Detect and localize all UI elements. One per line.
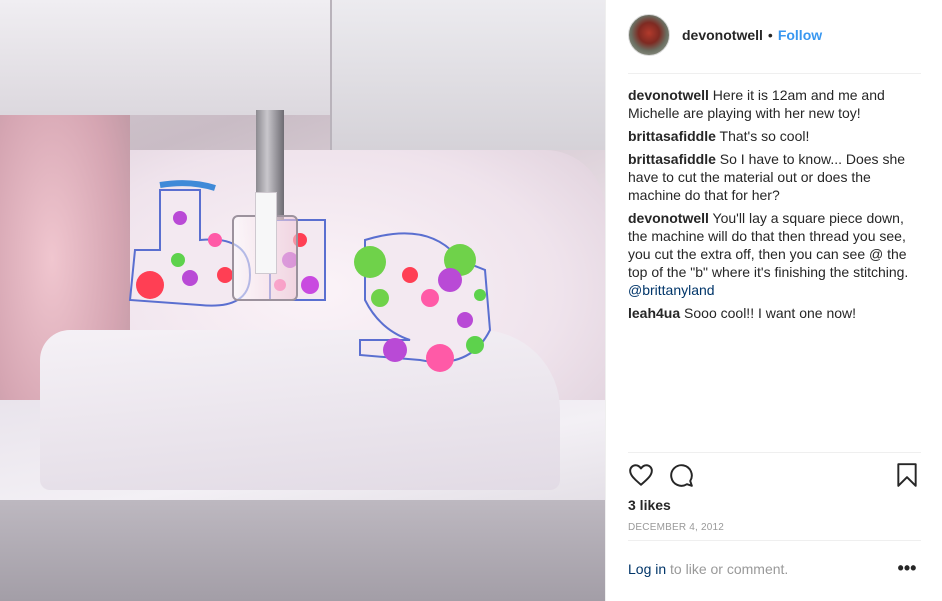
sewing-machine-body	[0, 0, 330, 115]
comment-item: brittasafiddle That's so cool!	[628, 127, 923, 145]
embroidered-letters	[128, 180, 492, 372]
comment-item: devonotwell You'll lay a square piece do…	[628, 209, 923, 299]
actions-divider	[628, 452, 921, 453]
comment-text: That's so cool!	[719, 128, 810, 144]
speech-bubble-icon[interactable]	[668, 462, 694, 488]
post-author-username[interactable]: devonotwell	[682, 27, 763, 43]
avatar[interactable]	[628, 14, 670, 56]
comment-mention-link[interactable]: @brittanyland	[628, 281, 923, 299]
comment-username[interactable]: brittasafiddle	[628, 128, 716, 144]
header-separator: •	[767, 27, 773, 43]
login-link[interactable]: Log in	[628, 561, 666, 577]
post-photo[interactable]	[0, 0, 605, 601]
login-prompt: Log in to like or comment.	[628, 561, 788, 577]
footer-divider	[628, 540, 921, 541]
comment-item: leah4ua Sooo cool!! I want one now!	[628, 304, 923, 322]
comment-item: brittasafiddle So I have to know... Does…	[628, 150, 923, 204]
comments-list: devonotwell Here it is 12am and me and M…	[628, 86, 923, 327]
post-date: DECEMBER 4, 2012	[628, 522, 725, 533]
comment-username[interactable]: brittasafiddle	[628, 151, 716, 167]
heart-icon[interactable]	[628, 462, 654, 488]
more-options-icon[interactable]: •••	[896, 557, 918, 579]
post-header: devonotwell • Follow	[628, 14, 928, 56]
comment-item: devonotwell Here it is 12am and me and M…	[628, 86, 923, 122]
login-prompt-text: to like or comment.	[666, 561, 789, 577]
comment-text: Sooo cool!! I want one now!	[684, 305, 857, 321]
bookmark-icon[interactable]	[894, 462, 920, 488]
post-details-panel: devonotwell • Follow devonotwell Here it…	[605, 0, 942, 601]
comment-username[interactable]: leah4ua	[628, 305, 680, 321]
header-divider	[628, 73, 921, 74]
post-actions	[628, 462, 923, 490]
follow-button[interactable]: Follow	[778, 27, 822, 43]
likes-count[interactable]: 3 likes	[628, 497, 671, 513]
machine-bed	[0, 500, 605, 601]
comment-username[interactable]: devonotwell	[628, 87, 709, 103]
sewing-machine-arm	[330, 0, 605, 150]
foot-white-part	[255, 192, 277, 274]
comment-username[interactable]: devonotwell	[628, 210, 709, 226]
